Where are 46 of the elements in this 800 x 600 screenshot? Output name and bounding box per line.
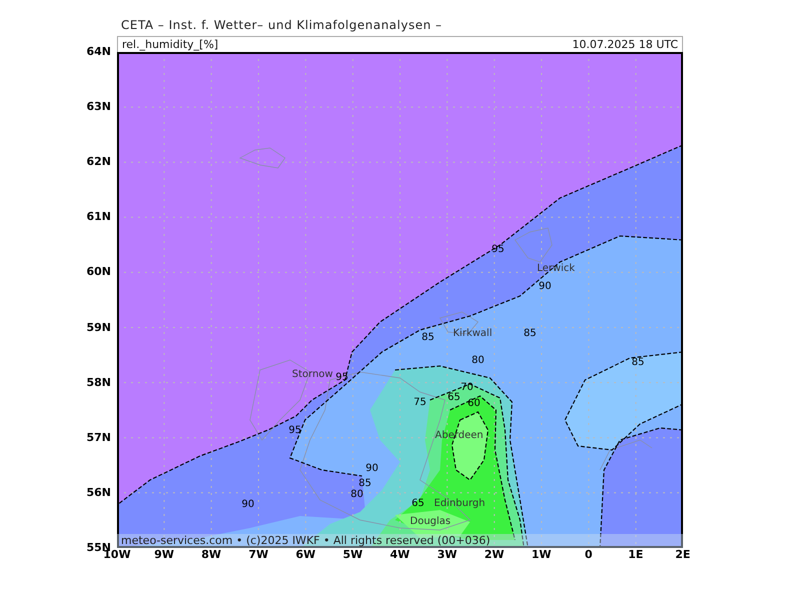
latitude-label: 60N — [86, 265, 111, 280]
longitude-label: 2W — [483, 548, 506, 563]
valid-time: 10.07.2025 18 UTC — [572, 37, 678, 52]
longitude-label: 4W — [389, 548, 411, 563]
longitude-label: 6W — [294, 548, 317, 563]
longitude-label: 5W — [342, 548, 364, 563]
contour-value: 95 — [336, 372, 348, 383]
city-label: Douglas — [410, 516, 451, 527]
longitude-label: 8W — [200, 548, 222, 563]
contour-value: 95 — [492, 244, 504, 255]
contour-value: 65 — [412, 498, 424, 509]
institute-title: CETA – Inst. f. Wetter– und Klimafolgenanalysen – — [120, 18, 444, 34]
city-label: Aberdeen — [435, 430, 484, 441]
longitude-label: 1W — [530, 548, 552, 563]
longitude-label: 3W — [436, 548, 458, 563]
contour-value: 90 — [538, 281, 552, 292]
contour-value: 75 — [414, 397, 426, 408]
city-label: Kirkwall — [453, 328, 492, 339]
latitude-label: 57N — [86, 430, 111, 445]
latitude-label: 64N — [86, 45, 111, 59]
latitude-label: 58N — [86, 376, 111, 390]
contour-value: 90 — [242, 499, 254, 510]
contour-value: 85 — [422, 332, 434, 343]
latitude-label: 61N — [86, 210, 111, 224]
contour-value: 85 — [358, 478, 372, 489]
city-label: Lerwick — [537, 263, 575, 274]
contour-value: 80 — [350, 489, 364, 500]
latitude-label: 56N — [86, 486, 111, 500]
longitude-label: 1E — [627, 548, 644, 563]
longitude-label: 0 — [584, 548, 594, 563]
longitude-label: 7W — [248, 548, 270, 563]
copyright-notice: meteo-services.com • (c)2025 IWKF • All rights reserved (00+036) — [117, 534, 683, 548]
latitude-label: 63N — [86, 100, 111, 114]
latitude-label: 59N — [86, 320, 111, 335]
contour-value: 85 — [632, 357, 644, 368]
contour-value: 95 — [288, 425, 302, 436]
contour-value: 80 — [472, 355, 484, 366]
contour-value: 85 — [524, 328, 536, 339]
contour-value: 65 — [448, 392, 460, 403]
parameter-label: rel._humidity_[%] — [122, 37, 218, 52]
city-label: Stornow — [292, 369, 333, 380]
contour-value: 60 — [468, 398, 480, 409]
longitude-label: 2E — [674, 548, 692, 563]
latitude-label: 62N — [86, 155, 111, 170]
longitude-label: 9W — [153, 548, 176, 563]
contour-value: 90 — [366, 463, 378, 474]
